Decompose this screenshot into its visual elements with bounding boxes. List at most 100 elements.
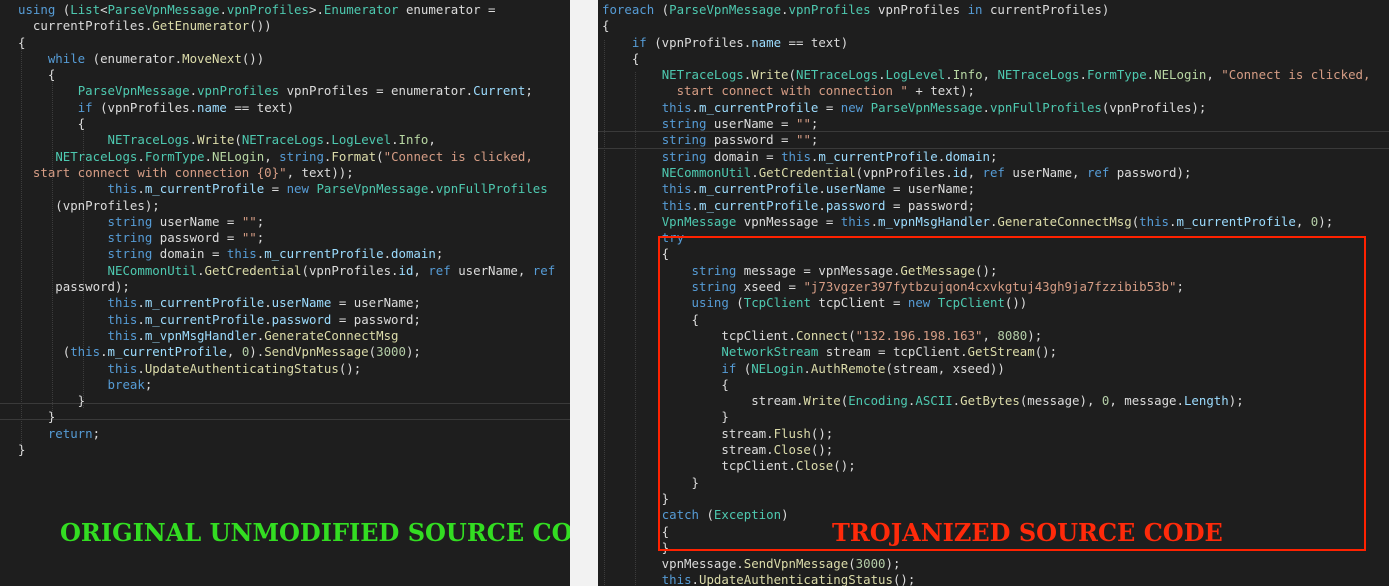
code-token: this xyxy=(781,148,811,164)
code-token: = password; xyxy=(331,311,421,327)
code-line: foreach (ParseVpnMessage.vpnProfiles vpn… xyxy=(602,2,1370,18)
code-token: m_currentProfile xyxy=(264,246,384,262)
code-token: m_vpnMsgHandler xyxy=(878,213,990,229)
code-token: vpnFullProfiles xyxy=(435,181,548,197)
code-token: { xyxy=(602,376,729,392)
code-token: userName xyxy=(271,295,332,311)
code-token: } xyxy=(602,474,699,490)
code-token: ( xyxy=(654,2,670,17)
code-token: string xyxy=(107,213,153,229)
code-token: , xyxy=(413,262,429,278)
code-token: . xyxy=(982,99,990,115)
code-token: vpnProfiles = enumerator. xyxy=(279,83,474,99)
code-line: start connect with connection " + text); xyxy=(602,83,1370,99)
code-token: (vpnProfiles. xyxy=(646,34,752,50)
code-token: ( xyxy=(234,132,242,148)
code-token: tcpClient. xyxy=(602,458,796,474)
code-token: using xyxy=(18,2,56,17)
code-token: . xyxy=(383,246,392,262)
code-token: (vpnProfiles. xyxy=(301,262,399,278)
code-token: ; xyxy=(256,213,265,229)
code-token: GetCredential xyxy=(204,262,302,278)
code-line: if (vpnProfiles.name == text) xyxy=(602,35,1370,51)
code-token: . xyxy=(691,181,699,197)
code-token: this xyxy=(70,344,101,360)
code-token: try xyxy=(661,230,685,246)
code-token: ( xyxy=(736,360,752,376)
code-token: , xyxy=(1295,213,1311,229)
code-token: . xyxy=(945,67,953,83)
code-line: (this.m_currentProfile, 0).SendVpnMessag… xyxy=(18,344,555,360)
code-token: { xyxy=(602,18,610,34)
code-token: { xyxy=(602,246,670,262)
code-token: ; xyxy=(435,246,444,262)
code-line: tcpClient.Close(); xyxy=(602,458,1370,474)
trojanized-code-caption: TROJANIZED SOURCE CODE xyxy=(832,518,1223,547)
code-token: < xyxy=(100,2,108,17)
code-token: . xyxy=(100,344,108,360)
code-line: } xyxy=(18,442,555,458)
code-token: password = xyxy=(152,230,242,246)
code-line: break; xyxy=(18,377,555,393)
code-line: return; xyxy=(18,426,555,442)
code-line: (vpnProfiles); xyxy=(18,198,555,214)
code-token: string xyxy=(691,279,737,295)
code-line: stream.Write(Encoding.ASCII.GetBytes(mes… xyxy=(602,393,1370,409)
code-token: UpdateAuthenticatingStatus xyxy=(144,360,339,376)
code-token: id xyxy=(398,262,414,278)
code-token: (message), xyxy=(1019,393,1102,409)
code-token: { xyxy=(602,523,670,539)
code-token: . xyxy=(428,181,436,197)
code-token: if xyxy=(77,99,93,115)
code-line: string domain = this.m_currentProfile.do… xyxy=(602,149,1370,165)
code-line: this.UpdateAuthenticatingStatus(); xyxy=(602,572,1370,586)
code-token: new xyxy=(286,181,309,197)
code-token: id xyxy=(952,164,968,180)
code-token: userName, xyxy=(450,262,533,278)
code-token: == text) xyxy=(781,34,849,50)
code-token: } xyxy=(602,539,670,555)
code-token: Info xyxy=(952,67,983,83)
code-token: (); xyxy=(338,360,362,376)
code-token: start connect with connection " xyxy=(602,83,908,99)
code-line: { xyxy=(602,377,1370,393)
code-token: . xyxy=(751,164,759,180)
code-token: userName = xyxy=(152,213,242,229)
code-token: break xyxy=(107,376,145,392)
code-token: ; xyxy=(989,148,998,164)
code-token: . xyxy=(870,213,879,229)
code-line: NECommonUtil.GetCredential(vpnProfiles.i… xyxy=(18,262,556,279)
code-line: start connect with connection {0}", text… xyxy=(18,165,555,181)
code-token: ). xyxy=(249,344,265,360)
code-token: m_currentProfile xyxy=(144,181,265,197)
code-token: stream. xyxy=(602,425,774,441)
original-code-pane: using (List<ParseVpnMessage.vpnProfiles>… xyxy=(0,0,570,586)
code-token: this xyxy=(226,246,257,262)
code-token: (); xyxy=(833,458,856,474)
code-token: ParseVpnMessage xyxy=(316,181,429,197)
code-token: 8080 xyxy=(997,327,1028,343)
code-token: . xyxy=(137,327,145,343)
code-token: string xyxy=(661,148,707,164)
code-token: Info xyxy=(398,132,429,148)
code-token: "Connect is clicked, xyxy=(1221,67,1371,83)
code-token: string xyxy=(661,116,707,132)
code-token: , xyxy=(428,132,436,148)
code-token: (vpnProfiles); xyxy=(1101,99,1207,115)
code-token: "Connect is clicked, xyxy=(383,148,533,164)
code-token: ( xyxy=(376,148,384,164)
code-line: vpnMessage.SendVpnMessage(3000); xyxy=(602,556,1370,572)
code-token: this xyxy=(107,295,138,311)
code-token: ()) xyxy=(241,50,265,66)
code-token: Format xyxy=(331,148,377,164)
code-token: domain xyxy=(945,148,990,164)
code-token: { xyxy=(602,311,699,327)
code-token: m_currentProfile xyxy=(144,311,265,327)
